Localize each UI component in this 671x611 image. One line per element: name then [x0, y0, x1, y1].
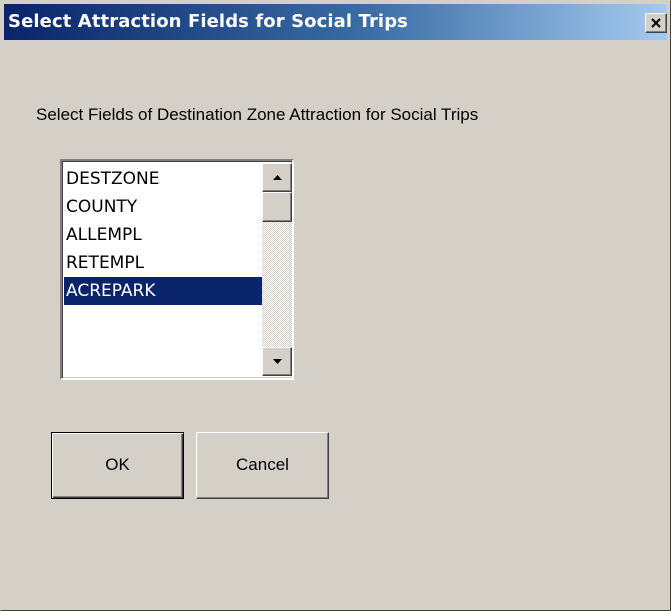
ok-button[interactable]: OK [51, 432, 184, 499]
close-button[interactable] [645, 13, 667, 33]
scroll-down-arrow-icon [273, 359, 282, 364]
fields-listbox[interactable]: DESTZONE COUNTY ALLEMPL RETEMPL ACREPARK [60, 159, 294, 380]
window-title: Select Attraction Fields for Social Trip… [8, 11, 408, 32]
close-icon [651, 18, 661, 28]
scroll-down-button[interactable] [262, 347, 292, 376]
list-item-county[interactable]: COUNTY [64, 193, 262, 221]
dialog-window: Select Attraction Fields for Social Trip… [0, 0, 671, 611]
list-item-retempl[interactable]: RETEMPL [64, 249, 262, 277]
scroll-up-button[interactable] [262, 163, 292, 192]
list-item-allempl[interactable]: ALLEMPL [64, 221, 262, 249]
scroll-up-arrow-icon [273, 175, 282, 180]
scroll-thumb[interactable] [262, 192, 292, 222]
listbox-items: DESTZONE COUNTY ALLEMPL RETEMPL ACREPARK [64, 165, 262, 305]
title-bar[interactable]: Select Attraction Fields for Social Trip… [4, 4, 667, 40]
listbox-scrollbar[interactable] [262, 163, 292, 376]
list-item-acrepark[interactable]: ACREPARK [64, 277, 262, 305]
list-item-destzone[interactable]: DESTZONE [64, 165, 262, 193]
instruction-label: Select Fields of Destination Zone Attrac… [36, 105, 479, 124]
cancel-button[interactable]: Cancel [196, 432, 329, 499]
